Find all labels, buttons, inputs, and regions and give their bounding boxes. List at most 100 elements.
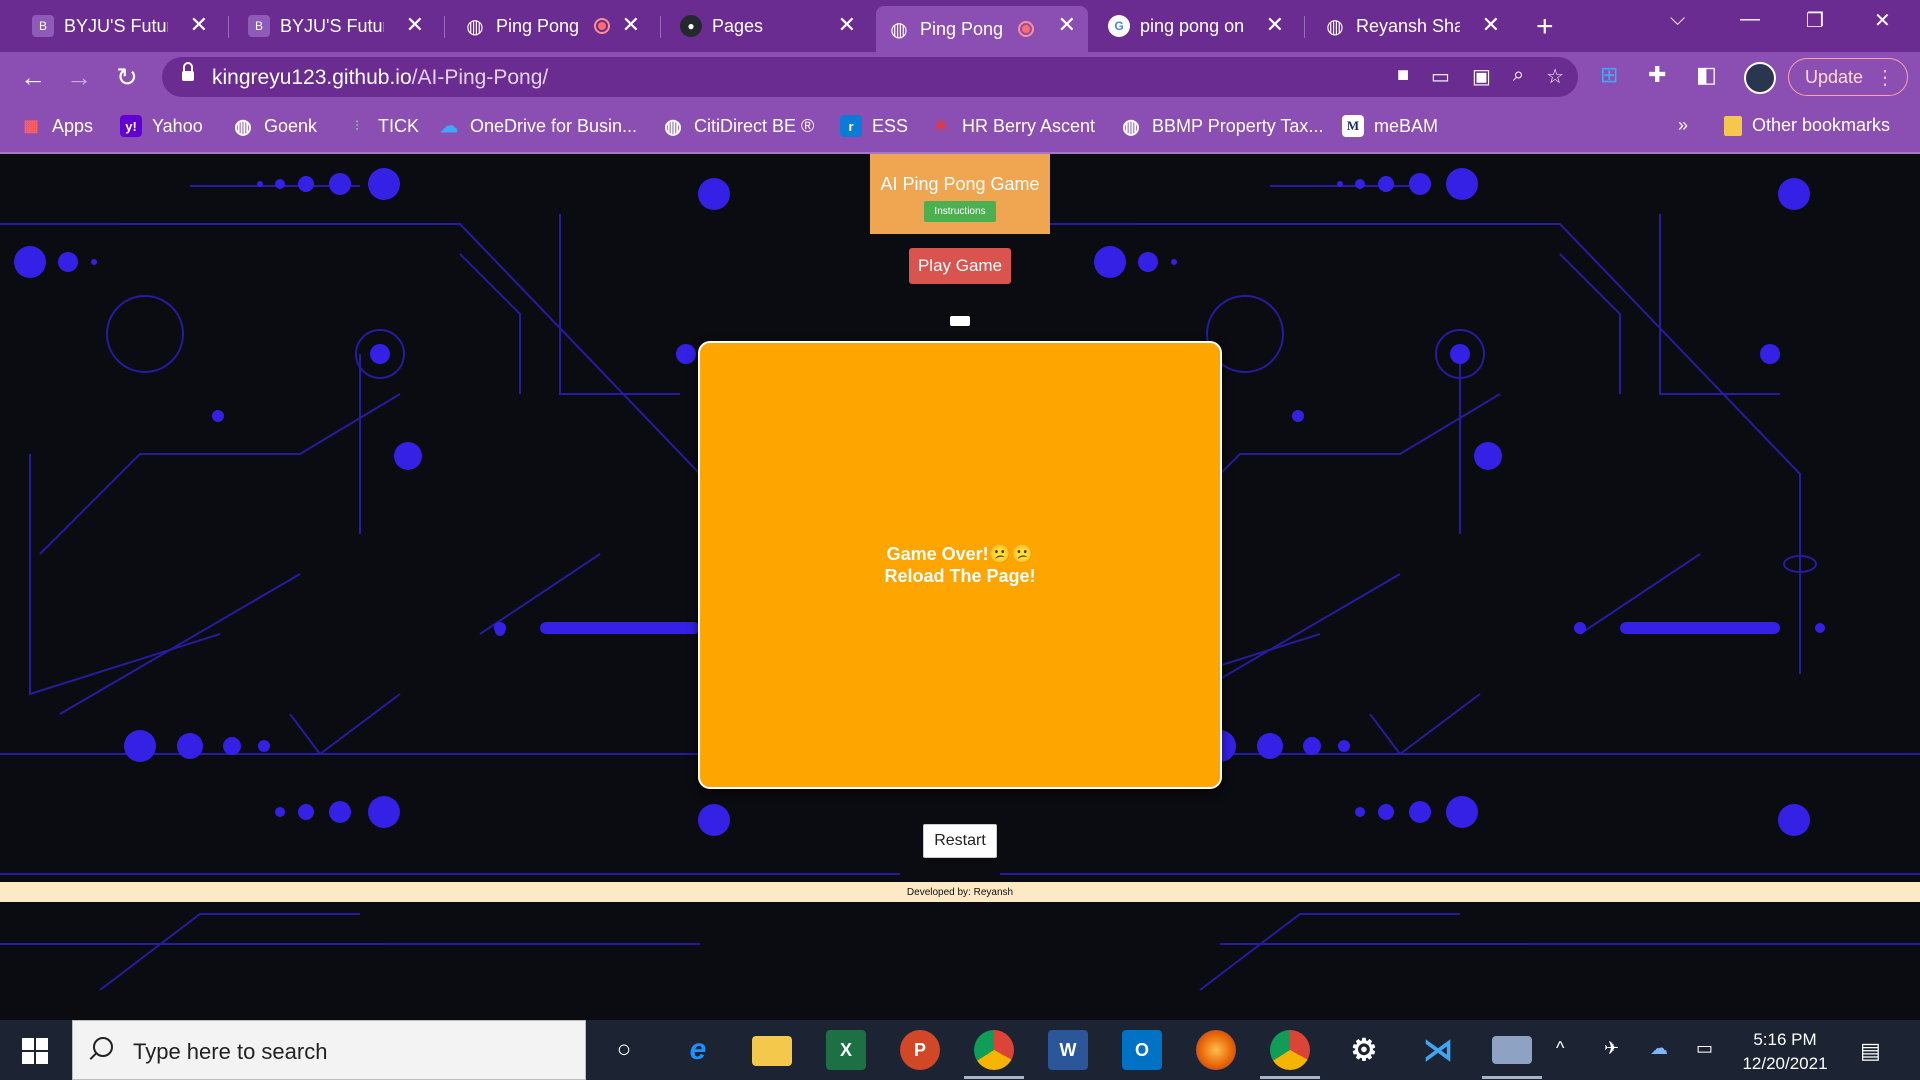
lock-icon: [182, 62, 194, 82]
bookmarks-overflow-button[interactable]: »: [1678, 115, 1688, 136]
url-path: /AI-Ping-Pong/: [411, 66, 549, 89]
side-panel-icon[interactable]: ◧: [1696, 62, 1717, 88]
app-install-icon[interactable]: ▣: [1472, 64, 1491, 89]
onedrive-tray-icon[interactable]: ☁: [1650, 1038, 1668, 1059]
web-page: AI Ping Pong Game Instructions Play Game…: [0, 154, 1920, 1020]
restart-button[interactable]: Restart: [923, 824, 997, 858]
airplane-mode-icon[interactable]: ✈: [1604, 1038, 1619, 1059]
avatar[interactable]: [1744, 62, 1776, 94]
ess-icon: r: [840, 115, 862, 137]
bookmark-citidirect[interactable]: ◍ CitiDirect BE ®: [662, 115, 814, 138]
forward-icon[interactable]: →: [66, 62, 92, 93]
cortana-icon[interactable]: ○: [604, 1030, 644, 1070]
github-icon: ●: [680, 15, 702, 37]
clock[interactable]: 5:16 PM 12/20/2021: [1740, 1028, 1830, 1076]
update-button[interactable]: Update ⋮: [1788, 58, 1908, 96]
bookmark-bbmp[interactable]: ◍ BBMP Property Tax...: [1120, 115, 1323, 138]
recording-icon: [1018, 21, 1034, 37]
close-icon[interactable]: ✕: [1058, 14, 1076, 36]
bookmark-tick[interactable]: ⫶ TICK: [346, 115, 419, 137]
reload-icon[interactable]: ↻: [116, 62, 138, 93]
outlook-icon[interactable]: O: [1122, 1030, 1162, 1070]
byjus-icon: B: [32, 15, 54, 37]
other-bookmarks[interactable]: Other bookmarks: [1724, 115, 1890, 136]
tab-ping-pong-active[interactable]: ◍ Ping Pong ✕: [876, 6, 1088, 52]
bookmark-ess[interactable]: r ESS: [840, 115, 908, 137]
settings-icon[interactable]: ⚙: [1344, 1030, 1384, 1070]
game-over-message: Game Over!😕😕: [886, 544, 1034, 564]
bookmarks-bar: ▦ Apps y! Yahoo ◍ Goenk ⫶ TICK ☁ OneDriv…: [0, 102, 1920, 154]
taskbar-search-input[interactable]: Type here to search: [72, 1020, 586, 1080]
extensions-puzzle-icon[interactable]: ✚: [1648, 62, 1666, 88]
chrome-icon[interactable]: [974, 1030, 1014, 1070]
start-windows-icon[interactable]: [22, 1038, 48, 1064]
bookmark-star-icon[interactable]: ☆: [1546, 64, 1564, 89]
windows-extension-icon[interactable]: ⊞: [1600, 62, 1618, 88]
mebam-icon: M: [1342, 115, 1364, 137]
search-icon: [93, 1037, 113, 1057]
close-icon[interactable]: ✕: [1482, 14, 1500, 36]
tab-byjus-1[interactable]: B BYJU'S FutureS ✕: [20, 6, 220, 46]
page-title: AI Ping Pong Game: [880, 174, 1040, 194]
recording-icon: [594, 18, 610, 34]
globe-icon: ◍: [1326, 15, 1344, 38]
new-tab-button[interactable]: +: [1536, 10, 1554, 44]
bookmark-hr-berry[interactable]: ✶ HR Berry Ascent: [930, 115, 1095, 137]
globe-icon: ◍: [466, 15, 484, 38]
onedrive-icon: ☁: [440, 115, 458, 136]
yahoo-icon: y!: [120, 115, 142, 137]
ie-icon[interactable]: e: [678, 1030, 718, 1070]
browser-toolbar: ← → ↻ kingreyu123.github.io/AI-Ping-Pong…: [0, 52, 1920, 102]
bookmark-onedrive[interactable]: ☁ OneDrive for Busin...: [438, 115, 637, 137]
battery-icon[interactable]: ▭: [1696, 1038, 1713, 1059]
tab-search-chevron-icon[interactable]: ⌵: [1670, 8, 1685, 31]
tray-overflow-icon[interactable]: ^: [1556, 1038, 1564, 1059]
tab-ping-pong-1[interactable]: ◍ Ping Pong ✕: [452, 6, 652, 46]
camera-icon[interactable]: [1492, 1036, 1532, 1064]
address-bar[interactable]: kingreyu123.github.io/AI-Ping-Pong/ ■ ▭ …: [162, 57, 1578, 97]
game-ball: [950, 316, 970, 326]
game-header: AI Ping Pong Game Instructions: [870, 154, 1050, 234]
google-icon: G: [1108, 15, 1130, 37]
byjus-icon: B: [248, 15, 270, 37]
globe-icon: ◍: [234, 115, 252, 138]
chrome-profile-icon[interactable]: [1270, 1030, 1310, 1070]
tab-google-search[interactable]: G ping pong onli ✕: [1096, 6, 1296, 46]
close-icon[interactable]: ✕: [1266, 14, 1284, 36]
tab-byjus-2[interactable]: B BYJU'S FutureS ✕: [236, 6, 436, 46]
tab-pages[interactable]: ● Pages ✕: [668, 6, 868, 46]
close-icon[interactable]: ✕: [190, 14, 208, 36]
bookmark-goenk[interactable]: ◍ Goenk: [232, 115, 317, 138]
close-icon[interactable]: ✕: [406, 14, 424, 36]
instructions-button[interactable]: Instructions: [924, 201, 996, 222]
minimize-icon[interactable]: —: [1740, 8, 1760, 31]
zoom-icon[interactable]: ⌕: [1513, 64, 1524, 89]
window-close-icon[interactable]: ✕: [1874, 8, 1891, 33]
close-icon[interactable]: ✕: [838, 14, 856, 36]
bookmark-apps[interactable]: ▦ Apps: [20, 115, 93, 137]
file-explorer-icon[interactable]: [752, 1036, 792, 1066]
camera-blocked-icon[interactable]: ■: [1397, 64, 1409, 89]
close-icon[interactable]: ✕: [622, 14, 640, 36]
back-icon[interactable]: ←: [20, 62, 46, 93]
menu-dots-icon[interactable]: ⋮: [1875, 65, 1895, 90]
firefox-icon[interactable]: [1196, 1030, 1236, 1070]
vscode-icon[interactable]: ⋊: [1418, 1030, 1458, 1070]
globe-icon: ◍: [1122, 115, 1140, 138]
folder-icon: [1724, 115, 1742, 136]
notifications-icon[interactable]: ▤: [1860, 1038, 1881, 1064]
play-game-button[interactable]: Play Game: [909, 248, 1011, 284]
url-host: kingreyu123.github.io: [212, 66, 412, 89]
globe-icon: ◍: [890, 18, 908, 41]
excel-icon[interactable]: X: [826, 1030, 866, 1070]
tab-reyansh-shah[interactable]: ◍ Reyansh Shah ✕: [1312, 6, 1512, 46]
word-icon[interactable]: W: [1048, 1030, 1088, 1070]
cast-icon[interactable]: ▭: [1431, 64, 1450, 89]
reload-message: Reload The Page!: [884, 566, 1036, 586]
restore-icon[interactable]: ❐: [1806, 8, 1824, 33]
bookmark-yahoo[interactable]: y! Yahoo: [120, 115, 203, 137]
bookmark-mebam[interactable]: M meBAM: [1342, 115, 1438, 137]
tab-strip: B BYJU'S FutureS ✕ B BYJU'S FutureS ✕ ◍ …: [0, 0, 1920, 52]
powerpoint-icon[interactable]: P: [900, 1030, 940, 1070]
game-canvas[interactable]: Game Over!😕😕 Reload The Page!: [698, 341, 1222, 789]
